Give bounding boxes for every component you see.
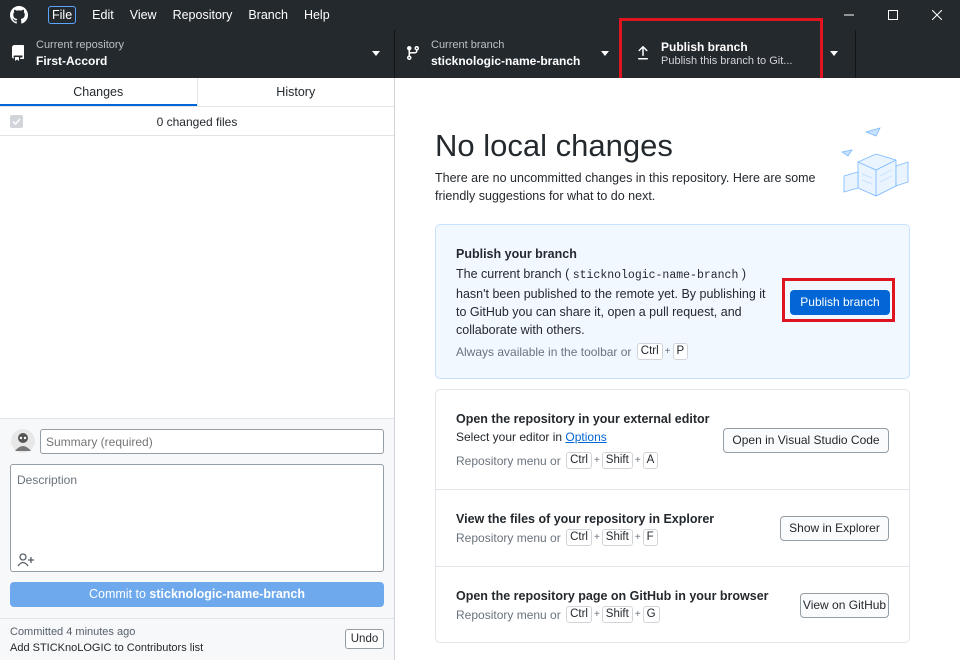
toolbar: Current repository First-Accord Current … xyxy=(0,18,960,85)
add-coauthor-icon[interactable] xyxy=(17,553,35,567)
page-title: No local changes xyxy=(435,128,673,163)
last-commit-time: Committed 4 minutes ago xyxy=(10,626,136,638)
tab-history[interactable]: History xyxy=(196,78,395,106)
description-placeholder: Description xyxy=(17,473,78,487)
changed-files-count: 0 changed files xyxy=(156,115,238,129)
publish-card-heading: Publish your branch xyxy=(456,247,577,261)
branch-icon xyxy=(406,46,419,61)
key-ctrl: Ctrl xyxy=(636,343,663,360)
chevron-down-icon xyxy=(372,51,380,56)
close-button[interactable] xyxy=(914,0,960,30)
empty-state-illustration xyxy=(840,127,909,197)
description-field[interactable]: Description xyxy=(10,464,384,572)
view-on-github-button[interactable]: View on GitHub xyxy=(800,593,889,618)
chevron-down-icon xyxy=(830,51,838,56)
menu-edit[interactable]: Edit xyxy=(84,0,122,30)
chevron-down-icon xyxy=(601,51,609,56)
commit-button[interactable]: Commit to sticknologic-name-branch xyxy=(10,582,384,607)
last-commit-bar: Committed 4 minutes ago Add STICKnoLOGIC… xyxy=(0,618,394,660)
highlight-box xyxy=(782,278,895,322)
publish-card-body: The current branch ( sticknologic-name-b… xyxy=(456,267,766,337)
maximize-button[interactable] xyxy=(870,0,916,30)
menu-bar: File Edit View Repository Branch Help xyxy=(40,0,338,30)
maximize-icon xyxy=(888,10,898,20)
repository-name: First-Accord xyxy=(36,54,108,68)
menu-help[interactable]: Help xyxy=(296,0,338,30)
repository-label: Current repository xyxy=(36,39,125,51)
summary-input[interactable] xyxy=(40,429,384,454)
highlight-box xyxy=(619,18,823,85)
key-p: P xyxy=(672,343,689,360)
changed-files-header: 0 changed files xyxy=(0,108,394,136)
commit-form: Description Commit to sticknologic-name-… xyxy=(0,418,394,618)
current-repository-button[interactable]: Current repository First-Accord xyxy=(0,30,395,78)
suggestion-heading: Open the repository in your external edi… xyxy=(456,412,710,426)
suggestion-open-editor: Open the repository in your external edi… xyxy=(436,390,909,490)
menu-file[interactable]: File xyxy=(40,0,84,30)
repo-icon xyxy=(11,45,24,61)
commit-button-prefix: Commit to xyxy=(88,587,150,601)
suggestion-show-explorer: View the files of your repository in Exp… xyxy=(436,490,909,567)
menu-repository[interactable]: Repository xyxy=(165,0,241,30)
commit-button-branch: sticknologic-name-branch xyxy=(149,587,306,601)
undo-button[interactable]: Undo xyxy=(345,629,384,649)
page-subtitle: There are no uncommitted changes in this… xyxy=(435,171,816,203)
minimize-icon xyxy=(844,14,854,16)
suggestion-heading: Open the repository page on GitHub in yo… xyxy=(456,589,769,603)
close-icon xyxy=(932,10,942,20)
branch-name: sticknologic-name-branch xyxy=(431,54,581,68)
current-branch-button[interactable]: Current branch sticknologic-name-branch xyxy=(395,30,621,78)
suggestion-view-github: Open the repository page on GitHub in yo… xyxy=(436,567,909,644)
minimize-button[interactable] xyxy=(826,0,872,30)
sidebar-tabs: Changes History xyxy=(0,78,394,107)
suggestion-shortcut: Repository menu or Ctrl + Shift + A xyxy=(456,452,660,469)
open-in-vscode-button[interactable]: Open in Visual Studio Code xyxy=(723,428,889,453)
branch-code: sticknologic-name-branch xyxy=(572,269,739,282)
tab-changes[interactable]: Changes xyxy=(0,78,197,106)
last-commit-message: Add STICKnoLOGIC to Contributors list xyxy=(10,642,204,654)
suggestion-shortcut: Repository menu or Ctrl + Shift + G xyxy=(456,606,662,623)
suggestion-heading: View the files of your repository in Exp… xyxy=(456,512,715,526)
show-in-explorer-button[interactable]: Show in Explorer xyxy=(780,516,889,541)
changes-sidebar: Changes History 0 changed files Descript… xyxy=(0,78,395,660)
main-content: No local changes There are no uncommitte… xyxy=(396,78,960,660)
branch-label: Current branch xyxy=(431,39,505,51)
avatar xyxy=(11,429,35,453)
menu-branch[interactable]: Branch xyxy=(240,0,296,30)
suggestion-subtext: Select your editor in Options xyxy=(456,430,607,444)
options-link[interactable]: Options xyxy=(565,430,606,444)
suggestion-shortcut: Repository menu or Ctrl + Shift + F xyxy=(456,529,660,546)
suggestions-card: Open the repository in your external edi… xyxy=(435,389,910,643)
menu-view[interactable]: View xyxy=(122,0,165,30)
publish-shortcut-hint: Always available in the toolbar or Ctrl +… xyxy=(456,343,690,360)
github-logo-icon xyxy=(10,6,28,24)
